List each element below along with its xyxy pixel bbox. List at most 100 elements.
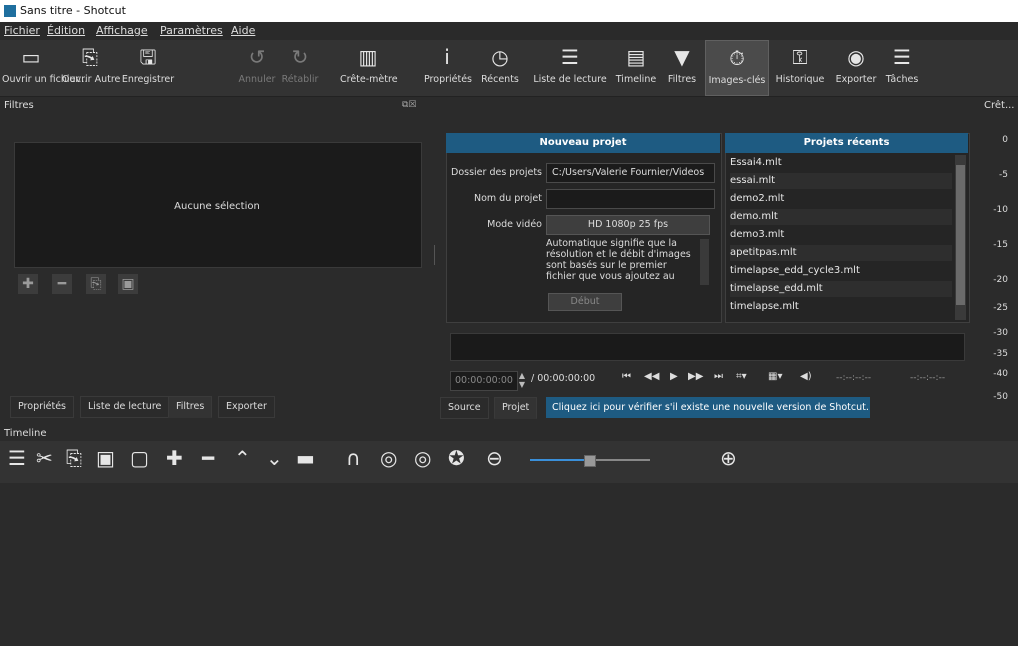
- project-name-label: Nom du projet: [473, 193, 542, 204]
- open-other-button[interactable]: ⎘ Ouvrir Autre: [62, 40, 120, 96]
- update-check-notice[interactable]: Cliquez ici pour vérifier s'il existe un…: [546, 397, 870, 418]
- recent-project-item[interactable]: demo3.mlt: [730, 227, 952, 243]
- undo-icon: ↺: [248, 45, 266, 69]
- menu-parametres[interactable]: Paramètres: [160, 24, 223, 37]
- video-mode-selector[interactable]: HD 1080p 25 fps: [546, 215, 710, 235]
- recent-project-item[interactable]: essai.mlt: [730, 173, 952, 189]
- recent-project-item[interactable]: timelapse.mlt: [730, 299, 952, 315]
- scrollbar-thumb[interactable]: [956, 165, 965, 305]
- open-file-button[interactable]: ▭ Ouvrir un fichier...: [2, 40, 87, 96]
- remove-filter-button[interactable]: ━: [52, 274, 72, 294]
- copy-icon[interactable]: ⎘: [66, 446, 82, 470]
- minus-icon: ━: [57, 276, 67, 292]
- copy-filter-button[interactable]: ⎘: [86, 274, 106, 294]
- main-toolbar: ▭ Ouvrir un fichier... ⎘ Ouvrir Autre 🖫 Enr…: [0, 40, 1018, 97]
- undo-button[interactable]: ↺ Annuler: [236, 40, 278, 96]
- fast-forward-icon[interactable]: ▶▶: [688, 371, 703, 382]
- tab-export[interactable]: Exporter: [218, 396, 275, 418]
- info-scrollbar[interactable]: [700, 239, 709, 285]
- shotcut-app-icon: [4, 5, 16, 17]
- history-button[interactable]: ⚿ Historique: [772, 40, 828, 96]
- paste-filter-button[interactable]: ▣: [118, 274, 138, 294]
- zoom-in-icon[interactable]: ⊕: [720, 446, 737, 470]
- timeline-icon: ▤: [626, 45, 646, 69]
- grid-icon[interactable]: ▦▾: [768, 371, 782, 382]
- timeline-menu-icon[interactable]: ☰: [8, 446, 26, 470]
- zoom-slider-fill: [530, 459, 590, 461]
- zoom-icon[interactable]: ⌗▾: [736, 371, 747, 382]
- split-icon[interactable]: ▬: [296, 446, 315, 470]
- cut-icon[interactable]: ✂: [36, 446, 53, 470]
- player-scrub-bar[interactable]: [450, 333, 965, 361]
- projects-folder-field[interactable]: C:/Users/Valerie Fournier/Videos: [546, 163, 715, 183]
- skip-start-icon[interactable]: ⏮: [622, 371, 631, 382]
- ripple-all-icon[interactable]: ✪: [448, 446, 465, 470]
- splitter-handle[interactable]: [434, 245, 435, 265]
- filters-button[interactable]: ▼ Filtres: [664, 40, 700, 96]
- recent-projects-header: Projets récents: [725, 133, 968, 153]
- duration-text: / 00:00:00:00: [531, 373, 596, 384]
- tab-playlist[interactable]: Liste de lecture: [80, 396, 170, 418]
- tab-properties[interactable]: Propriétés: [10, 396, 75, 418]
- scrub-icon[interactable]: ◎: [380, 446, 397, 470]
- menu-aide[interactable]: Aide: [231, 24, 255, 37]
- recent-project-item[interactable]: apetitpas.mlt: [730, 245, 952, 261]
- minus-icon[interactable]: ━: [202, 446, 214, 470]
- timecode-input[interactable]: 00:00:00:00: [450, 371, 518, 391]
- tab-filters[interactable]: Filtres: [168, 396, 213, 418]
- recent-project-item[interactable]: demo.mlt: [730, 209, 952, 225]
- open-other-icon: ⎘: [82, 45, 98, 69]
- peak-meter-label: Crêt...: [984, 100, 1015, 111]
- meter-tick: 0: [1002, 135, 1008, 145]
- paste-icon: ▣: [121, 276, 135, 292]
- menu-edition[interactable]: Édition: [47, 24, 85, 37]
- lift-icon[interactable]: ⌃: [234, 446, 251, 470]
- rewind-icon[interactable]: ◀◀: [644, 371, 659, 382]
- jobs-button[interactable]: ☰ Tâches: [882, 40, 922, 96]
- menu-fichier[interactable]: Fichier: [4, 24, 40, 37]
- paste-icon[interactable]: ▣: [96, 446, 115, 470]
- recent-project-item[interactable]: demo2.mlt: [730, 191, 952, 207]
- properties-button[interactable]: i Propriétés: [424, 40, 472, 96]
- video-mode-info-text: Automatique signifie que la résolution e…: [546, 238, 691, 282]
- add-filter-button[interactable]: ✚: [18, 274, 38, 294]
- recent-project-item[interactable]: timelapse_edd_cycle3.mlt: [730, 263, 952, 279]
- folder-icon: ▭: [21, 45, 41, 69]
- title-bar: Sans titre - Shotcut: [0, 0, 1018, 22]
- timeline-toolbar: [0, 441, 1018, 483]
- jobs-icon: ☰: [893, 45, 911, 69]
- keyframes-button[interactable]: ⏱ Images-clés: [705, 40, 769, 96]
- recent-project-item[interactable]: Essai4.mlt: [730, 155, 952, 171]
- timecode-spinner[interactable]: ▲ ▼: [517, 371, 527, 389]
- redo-icon: ↻: [291, 45, 309, 69]
- playlist-button[interactable]: ☰ Liste de lecture: [533, 40, 607, 96]
- no-selection-text: Aucune sélection: [174, 201, 260, 212]
- export-button[interactable]: ◉ Exporter: [832, 40, 880, 96]
- dock-float-close-icon[interactable]: ⧉☒: [402, 100, 417, 110]
- ripple-icon[interactable]: ◎: [414, 446, 431, 470]
- overwrite-icon[interactable]: ⌄: [266, 446, 283, 470]
- menu-affichage[interactable]: Affichage: [96, 24, 148, 37]
- tab-project[interactable]: Projet: [494, 397, 538, 419]
- start-project-button[interactable]: Début: [548, 293, 622, 311]
- peak-meter-button[interactable]: ▥ Crête-mètre: [340, 40, 398, 96]
- window-title: Sans titre - Shotcut: [20, 4, 126, 17]
- append-icon[interactable]: ▢: [130, 446, 149, 470]
- snap-magnet-icon[interactable]: ∩: [346, 446, 361, 470]
- redo-button[interactable]: ↻ Rétablir: [280, 40, 320, 96]
- zoom-out-icon[interactable]: ⊖: [486, 446, 503, 470]
- play-icon[interactable]: ▶: [670, 371, 678, 382]
- timeline-button[interactable]: ▤ Timeline: [614, 40, 658, 96]
- recent-button[interactable]: ◷ Récents: [480, 40, 520, 96]
- zoom-slider-handle[interactable]: [584, 455, 596, 467]
- tab-source[interactable]: Source: [440, 397, 489, 419]
- filter-icon: ▼: [674, 45, 690, 69]
- save-icon: 🖫: [139, 45, 157, 69]
- skip-end-icon[interactable]: ⏭: [714, 371, 723, 382]
- timeline-tracks-area[interactable]: [0, 483, 1018, 646]
- plus-icon[interactable]: ✚: [166, 446, 183, 470]
- volume-icon[interactable]: ◀): [800, 371, 812, 382]
- save-button[interactable]: 🖫 Enregistrer: [120, 40, 176, 96]
- project-name-input[interactable]: [546, 189, 715, 209]
- recent-project-item[interactable]: timelapse_edd.mlt: [730, 281, 952, 297]
